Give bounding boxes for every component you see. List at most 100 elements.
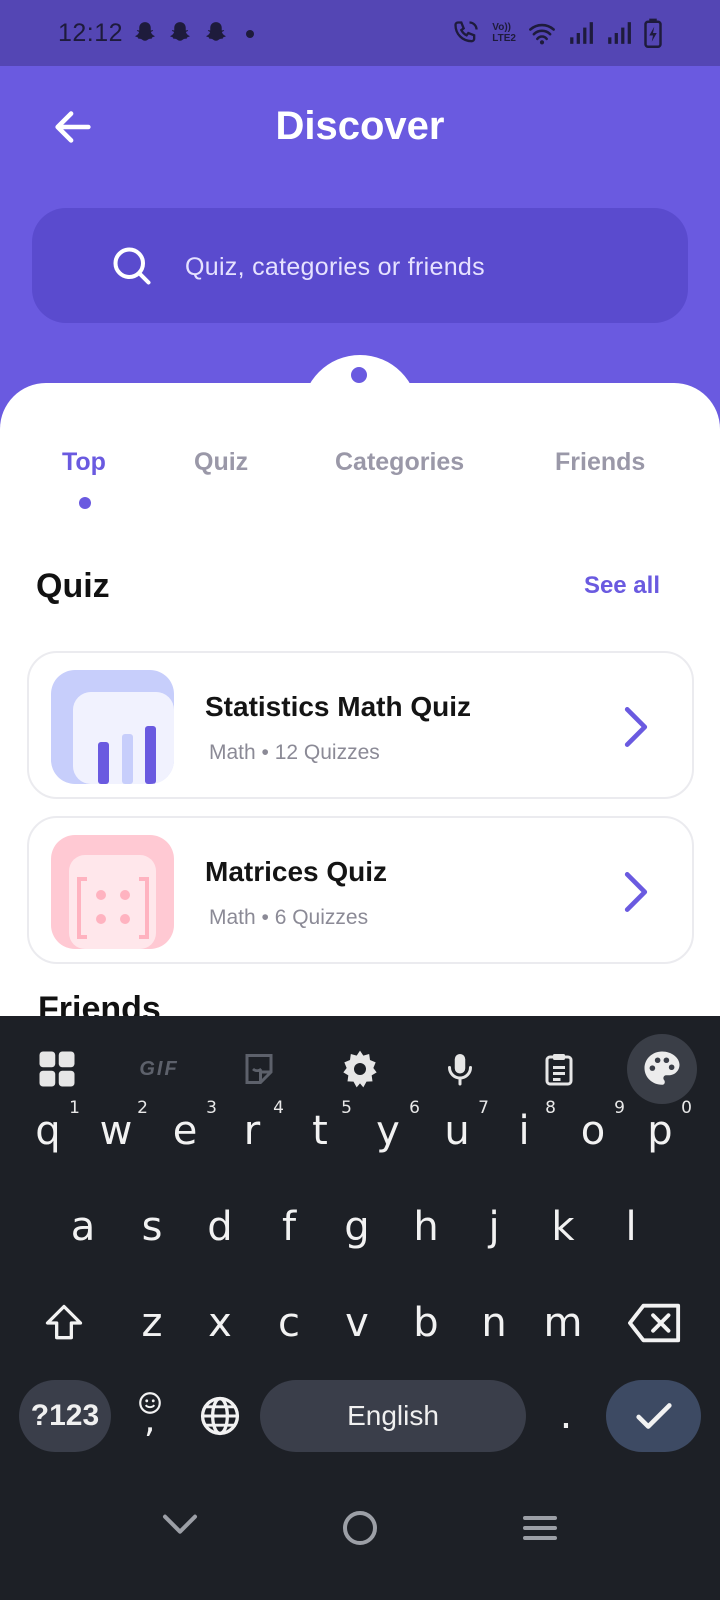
call-wifi-icon [454, 21, 478, 43]
key-label: y [376, 1108, 400, 1154]
key-label: i [518, 1108, 530, 1154]
statistics-thumbnail-icon [51, 670, 174, 784]
key-x[interactable]: x [192, 1288, 248, 1358]
key-l[interactable]: l [603, 1192, 659, 1262]
quiz-card-meta: Math • 12 Quizzes [209, 741, 380, 764]
sheet-handle [302, 355, 418, 415]
tab-friends[interactable]: Friends [555, 448, 645, 477]
quiz-card[interactable]: Statistics Math Quiz Math • 12 Quizzes [27, 651, 694, 799]
key-a[interactable]: a [55, 1192, 111, 1262]
key-number-hint: 8 [545, 1098, 556, 1118]
system-navigation-bar [0, 1500, 720, 1600]
key-j[interactable]: j [466, 1192, 522, 1262]
key-m[interactable]: m [535, 1288, 591, 1358]
key-number-hint: 2 [137, 1098, 148, 1118]
sticker-icon[interactable] [224, 1034, 294, 1104]
globe-icon[interactable] [192, 1380, 248, 1452]
shift-key[interactable] [36, 1288, 92, 1358]
search-placeholder: Quiz, categories or friends [185, 253, 485, 281]
key-number-hint: 7 [478, 1098, 489, 1118]
period-key[interactable]: . [538, 1380, 594, 1452]
key-z[interactable]: z [124, 1288, 180, 1358]
key-number-hint: 0 [681, 1098, 692, 1118]
snapchat-icon [135, 22, 155, 41]
settings-gear-icon[interactable] [325, 1034, 395, 1104]
key-q[interactable]: q1 [20, 1096, 80, 1166]
key-label: r [243, 1108, 261, 1154]
key-c[interactable]: c [261, 1288, 317, 1358]
chevron-right-icon[interactable] [618, 870, 654, 914]
key-w[interactable]: w2 [88, 1096, 148, 1166]
key-n[interactable]: n [466, 1288, 522, 1358]
key-f[interactable]: f [261, 1192, 317, 1262]
status-bar: 12:12 Vo)) LTE2 [0, 0, 720, 66]
chevron-right-icon[interactable] [618, 705, 654, 749]
apps-grid-icon[interactable] [22, 1034, 92, 1104]
snapchat-icon [206, 22, 226, 41]
symbols-key[interactable]: ?123 [19, 1380, 111, 1452]
key-label: q [35, 1108, 61, 1154]
clipboard-icon[interactable] [524, 1034, 594, 1104]
key-k[interactable]: k [535, 1192, 591, 1262]
key-y[interactable]: y6 [360, 1096, 420, 1166]
key-label: u [444, 1108, 470, 1154]
key-s[interactable]: s [124, 1192, 180, 1262]
enter-check-key[interactable] [606, 1380, 701, 1452]
quiz-card-title: Statistics Math Quiz [205, 691, 472, 722]
active-tab-indicator [79, 497, 91, 509]
key-label: t [312, 1108, 328, 1154]
comma-label: , [144, 1400, 156, 1441]
key-h[interactable]: h [398, 1192, 454, 1262]
search-icon [113, 247, 151, 285]
microphone-icon[interactable] [425, 1034, 495, 1104]
gif-icon[interactable]: GIF [124, 1034, 194, 1104]
sheet-handle-dot [351, 367, 367, 383]
key-number-hint: 6 [409, 1098, 420, 1118]
matrices-thumbnail-icon [51, 835, 174, 949]
snapchat-icon [170, 22, 190, 41]
key-u[interactable]: u7 [429, 1096, 489, 1166]
key-number-hint: 1 [69, 1098, 80, 1118]
key-label: p [647, 1108, 673, 1154]
tab-quiz[interactable]: Quiz [194, 448, 248, 477]
chevron-down-icon[interactable] [160, 1508, 200, 1542]
quiz-card[interactable]: Matrices Quiz Math • 6 Quizzes [27, 816, 694, 964]
quiz-card-title: Matrices Quiz [205, 856, 388, 887]
see-all-link[interactable]: See all [584, 572, 660, 600]
tab-top[interactable]: Top [62, 448, 106, 477]
signal-icon [608, 22, 631, 44]
space-key[interactable]: English [260, 1380, 526, 1452]
more-notifications-dot [246, 30, 254, 38]
signal-icon [570, 22, 593, 44]
key-g[interactable]: g [329, 1192, 385, 1262]
status-time: 12:12 [58, 19, 124, 47]
key-e[interactable]: e3 [157, 1096, 217, 1166]
key-d[interactable]: d [192, 1192, 248, 1262]
backspace-key[interactable] [620, 1288, 690, 1358]
page-title: Discover [275, 104, 445, 148]
emoji-comma-key[interactable]: , [122, 1380, 178, 1452]
key-o[interactable]: o9 [565, 1096, 625, 1166]
menu-lines-icon[interactable] [520, 1506, 560, 1550]
key-b[interactable]: b [398, 1288, 454, 1358]
system-icons: Vo)) LTE2 [452, 18, 662, 48]
key-p[interactable]: p0 [632, 1096, 692, 1166]
key-v[interactable]: v [329, 1288, 385, 1358]
key-r[interactable]: r4 [224, 1096, 284, 1166]
key-t[interactable]: t5 [292, 1096, 352, 1166]
quiz-section-title: Quiz [36, 567, 110, 605]
key-i[interactable]: i8 [496, 1096, 556, 1166]
search-input[interactable]: Quiz, categories or friends [32, 208, 688, 323]
battery-charging-icon [644, 18, 662, 48]
palette-icon[interactable] [627, 1034, 697, 1104]
wifi-icon [529, 23, 555, 45]
key-number-hint: 4 [273, 1098, 284, 1118]
tab-categories[interactable]: Categories [335, 448, 464, 477]
key-label: e [172, 1108, 198, 1154]
key-label: o [580, 1108, 606, 1154]
volte-icon: Vo)) LTE2 [492, 22, 516, 44]
key-number-hint: 9 [614, 1098, 625, 1118]
key-number-hint: 3 [206, 1098, 217, 1118]
home-circle-icon[interactable] [340, 1506, 380, 1550]
key-label: w [99, 1108, 133, 1154]
